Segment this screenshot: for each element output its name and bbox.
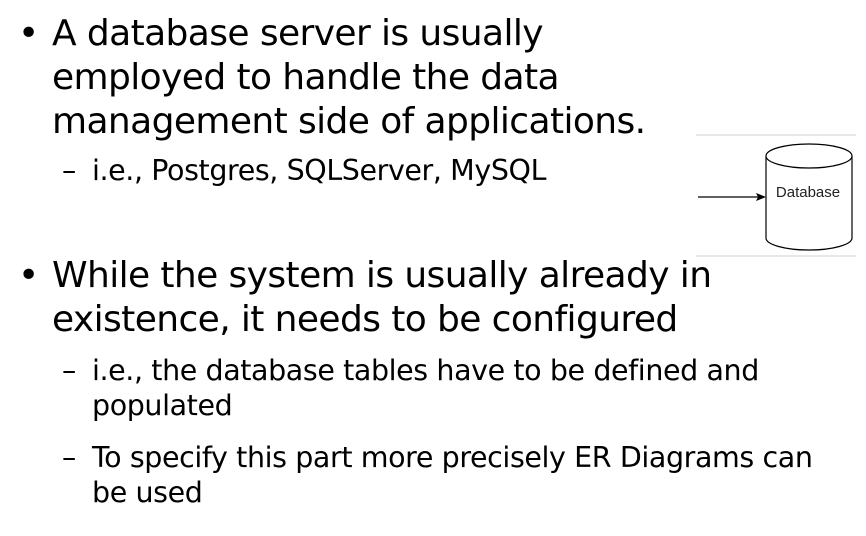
subitem-1-1-dash: – <box>62 154 76 187</box>
database-label: Database <box>775 184 841 201</box>
database-diagram: Database <box>696 134 856 258</box>
bullet-2: • While the system is usually already in… <box>18 254 718 342</box>
bullet-2-symbol: • <box>18 255 40 296</box>
subitem-1-1: – i.e., Postgres, SQLServer, MySQL <box>62 153 682 188</box>
subitem-1-1-text: i.e., Postgres, SQLServer, MySQL <box>92 154 547 187</box>
bullet-2-text: While the system is usually already in e… <box>52 255 712 340</box>
bullet-1: • A database server is usually employed … <box>18 12 718 144</box>
subitem-2-1: – i.e., the database tables have to be d… <box>62 353 822 423</box>
subitem-2-2: – To specify this part more precisely ER… <box>62 440 822 510</box>
subitem-2-2-text: To specify this part more precisely ER D… <box>92 441 813 509</box>
subitem-2-1-text: i.e., the database tables have to be def… <box>92 354 759 422</box>
bullet-1-text: A database server is usually employed to… <box>52 13 646 142</box>
bullet-1-symbol: • <box>18 13 40 54</box>
subitem-2-1-dash: – <box>62 354 76 387</box>
subitem-2-2-dash: – <box>62 441 76 474</box>
